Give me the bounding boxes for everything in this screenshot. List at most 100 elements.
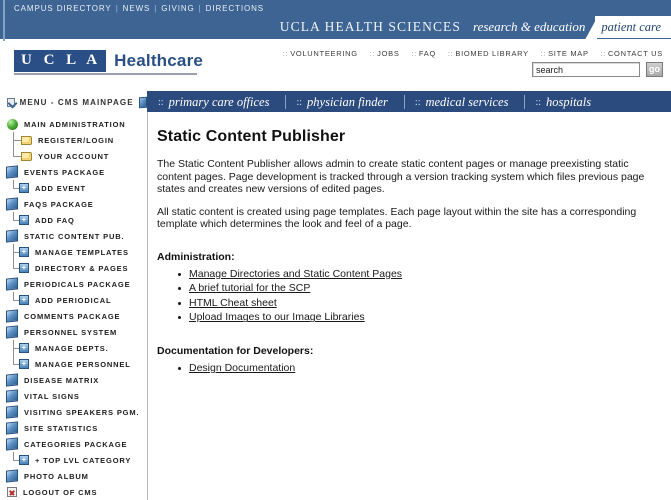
page-title: Static Content Publisher <box>157 128 346 145</box>
nav-prefix-3: :: <box>414 96 421 108</box>
tree-vertical-line <box>13 260 14 268</box>
sidebar-item-add-event[interactable]: + ADD EVENT <box>0 180 147 196</box>
list-item: Manage Directories and Static Content Pa… <box>178 268 655 282</box>
administration-heading: Administration: <box>157 250 235 263</box>
util-label-jobs: JOBS <box>377 49 400 58</box>
sidebar-item-static-content-pub[interactable]: STATIC CONTENT PUB. <box>0 228 147 244</box>
sidebar-item-add-faq[interactable]: + ADD FAQ <box>0 212 147 228</box>
nav-prefix-1: :: <box>158 96 164 108</box>
util-link-jobs[interactable]: :: JOBS <box>370 49 400 58</box>
sidebar-item-visiting-speakers-pgm[interactable]: VISITING SPEAKERS PGM. <box>0 404 147 420</box>
sidebar-item-vital-signs[interactable]: VITAL SIGNS <box>0 388 147 404</box>
main-nav-bar: MENU - CMS MAINPAGE :: primary care offi… <box>0 90 671 113</box>
sidebar-item-logout-of-cms[interactable]: LOGOUT OF CMS <box>0 484 147 500</box>
nav-item-medical-services[interactable]: :: medical services <box>405 95 526 109</box>
sidebar-item-label: PERIODICALS PACKAGE <box>24 279 131 289</box>
sidebar-item-comments-package[interactable]: COMMENTS PACKAGE <box>0 308 147 324</box>
search-input[interactable] <box>532 62 640 77</box>
util-link-site-map[interactable]: :: SITE MAP <box>541 49 589 58</box>
link-brief-tutorial[interactable]: A brief tutorial for the SCP <box>189 282 310 294</box>
sidebar-item-manage-depts[interactable]: + MANAGE DEPTS. <box>0 340 147 356</box>
documentation-heading: Documentation for Developers: <box>157 344 314 357</box>
package-icon <box>6 437 18 451</box>
folder-icon <box>21 135 32 145</box>
patient-care-tab[interactable]: patient care <box>585 16 671 39</box>
sidebar-item-label: STATIC CONTENT PUB. <box>24 231 125 241</box>
sidebar-item-label: MANAGE DEPTS. <box>35 343 109 353</box>
nav-item-physician-finder[interactable]: :: physician finder <box>286 94 405 109</box>
util-link-volunteering[interactable]: :: VOLUNTEERING <box>283 49 358 58</box>
link-html-cheat-sheet[interactable]: HTML Cheat sheet <box>189 297 277 309</box>
top-link-campus-directory[interactable]: CAMPUS DIRECTORY <box>14 4 112 13</box>
nav-item-hospitals[interactable]: :: hospitals <box>525 95 607 109</box>
plus-icon: + <box>19 455 29 465</box>
ucla-healthcare-logo[interactable]: U C L A Healthcare <box>14 50 203 72</box>
sidebar-item-photo-album[interactable]: PHOTO ALBUM <box>0 468 147 484</box>
sidebar-item-top-lvl-category[interactable]: + + TOP LVL CATEGORY <box>0 452 147 468</box>
document-icon <box>138 96 147 108</box>
top-link-separator-1: | <box>115 4 119 13</box>
sidebar-item-add-periodical[interactable]: + ADD PERIODICAL <box>0 292 147 308</box>
sidebar-item-manage-personnel[interactable]: + MANAGE PERSONNEL <box>0 356 147 372</box>
sidebar-item-label: DIRECTORY & PAGES <box>35 263 129 273</box>
nav-label-physician-finder: physician finder <box>307 94 388 109</box>
util-link-biomed-library[interactable]: :: BIOMED LIBRARY <box>448 49 529 58</box>
sidebar-item-your-account[interactable]: YOUR ACCOUNT <box>0 148 147 164</box>
nav-item-primary-care-offices[interactable]: :: primary care offices <box>148 95 287 109</box>
package-icon <box>6 277 18 291</box>
util-dots-4: :: <box>447 49 454 58</box>
logo-underline <box>14 73 197 75</box>
sidebar-item-site-statistics[interactable]: SITE STATISTICS <box>0 420 147 436</box>
sidebar-item-label: PHOTO ALBUM <box>24 471 89 481</box>
package-icon <box>6 405 18 419</box>
search-go-button[interactable]: go <box>646 62 663 77</box>
util-label-faq: FAQ <box>418 49 437 58</box>
util-label-contact-us: CONTACT US <box>607 49 663 58</box>
sidebar-item-personnel-system[interactable]: PERSONNEL SYSTEM <box>0 324 147 340</box>
search-area: go <box>532 62 663 77</box>
link-design-documentation[interactable]: Design Documentation <box>189 362 295 374</box>
sidebar-item-label: PERSONNEL SYSTEM <box>24 327 118 337</box>
sidebar-item-label: EVENTS PACKAGE <box>24 167 105 177</box>
top-link-separator-3: | <box>198 4 202 13</box>
link-upload-images[interactable]: Upload Images to our Image Libraries <box>189 311 365 323</box>
plus-icon: + <box>19 343 29 353</box>
util-link-faq[interactable]: :: FAQ <box>411 49 436 58</box>
sidebar-item-categories-package[interactable]: CATEGORIES PACKAGE <box>0 436 147 452</box>
sidebar-item-label: CATEGORIES PACKAGE <box>24 439 128 449</box>
plus-icon: + <box>19 359 29 369</box>
patient-care-tab-label: patient care <box>601 20 661 34</box>
top-link-giving[interactable]: GIVING <box>161 4 194 13</box>
sidebar-item-directory-pages[interactable]: + DIRECTORY & PAGES <box>0 260 147 276</box>
sidebar-item-register-login[interactable]: REGISTER/LOGIN <box>0 132 147 148</box>
cms-menu-block[interactable]: MENU - CMS MAINPAGE <box>0 91 148 113</box>
list-item: Design Documentation <box>178 362 655 376</box>
sidebar-item-events-package[interactable]: EVENTS PACKAGE <box>0 164 147 180</box>
sidebar-item-label: FAQS PACKAGE <box>24 199 94 209</box>
nav-prefix-4: :: <box>535 96 541 108</box>
sidebar-item-label: MANAGE TEMPLATES <box>35 247 129 257</box>
tree-vertical-line <box>13 292 14 300</box>
secondary-utility-links: :: VOLUNTEERING :: JOBS :: FAQ :: BIOMED LIB… <box>274 49 663 58</box>
tree-vertical-line <box>13 452 14 460</box>
sidebar-item-faqs-package[interactable]: FAQS PACKAGE <box>0 196 147 212</box>
sidebar-item-main-administration[interactable]: MAIN ADMINISTRATION <box>0 116 147 132</box>
nav-items: :: primary care offices :: physician fin… <box>148 91 607 113</box>
sidebar-item-label: REGISTER/LOGIN <box>38 135 115 145</box>
package-icon <box>6 389 18 403</box>
util-label-biomed-library: BIOMED LIBRARY <box>455 49 529 58</box>
sidebar-item-manage-templates[interactable]: + MANAGE TEMPLATES <box>0 244 147 260</box>
top-link-directions[interactable]: DIRECTIONS <box>206 4 264 13</box>
top-link-separator-2: | <box>154 4 158 13</box>
sidebar-item-periodicals-package[interactable]: PERIODICALS PACKAGE <box>0 276 147 292</box>
research-education-link[interactable]: research & education <box>461 19 595 38</box>
sidebar-item-label: ADD FAQ <box>35 215 75 225</box>
cms-sidebar-menu: MAIN ADMINISTRATION REGISTER/LOGIN YOUR AC… <box>0 112 148 500</box>
package-icon <box>6 421 18 435</box>
administration-link-list: Manage Directories and Static Content Pa… <box>159 268 655 325</box>
util-link-contact-us[interactable]: :: CONTACT US <box>600 49 663 58</box>
nav-label-hospitals: hospitals <box>546 94 592 109</box>
link-manage-directories[interactable]: Manage Directories and Static Content Pa… <box>189 268 402 280</box>
sidebar-item-disease-matrix[interactable]: DISEASE MATRIX <box>0 372 147 388</box>
top-link-news[interactable]: NEWS <box>123 4 151 13</box>
